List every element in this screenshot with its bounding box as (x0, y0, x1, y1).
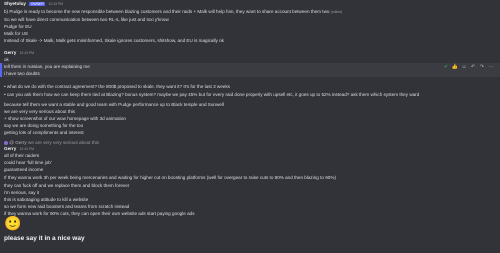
message-line: we are very very serious about this (4, 109, 75, 114)
list-item: • what do we do with the contract agreem… (4, 84, 230, 89)
forward-icon[interactable]: ↷ (479, 64, 485, 70)
message-line: + show screenshot of our wow homepage wi… (4, 116, 126, 121)
list-item-text: what do we do with the contract agreemen… (6, 84, 230, 89)
emoji-icon[interactable]: ☺ (461, 64, 467, 70)
message-line: getting lots of compliments and interest (4, 130, 84, 135)
message-line: say we are doing something for the too (4, 123, 84, 128)
message-line: Instead of Skale -> Malk, Malk gets misi… (4, 38, 224, 43)
message-line: so we form new raid boosters and teams f… (4, 204, 130, 209)
reply-text: we are very very serious about this (28, 140, 99, 145)
timestamp: 12:44 PM (19, 147, 35, 151)
author-name[interactable]: Gerry (4, 146, 16, 151)
message-header: Gerry 12:43 PM (4, 50, 34, 56)
timestamp: 12:43 PM (19, 51, 35, 55)
message-line: they can fuck off and we replace them an… (4, 183, 130, 188)
avatar (4, 140, 8, 145)
message-line: because tell them we want a stable and g… (4, 102, 224, 107)
message-line: i have two doubts (4, 71, 40, 76)
list-item: • can you ask them how we can keep them … (4, 92, 420, 97)
emoji-message: 🙂 (4, 215, 22, 231)
thumbs-up-icon[interactable]: 👍 (452, 64, 458, 70)
message-line: Pudge for EU (4, 24, 32, 29)
message-line: if they wanna work for 90% cuts, they ca… (4, 211, 195, 216)
message-line: this is sabotaging attitude to kill a we… (4, 197, 89, 202)
message-line: i'm serious, say it (4, 190, 40, 195)
message-header: Shyetoluy OWNER 12:43 PM (4, 1, 63, 7)
message-line: guaranteed income (4, 167, 44, 172)
list-item-text: can you ask them how we can keep them ti… (6, 92, 420, 97)
timestamp: 12:43 PM (48, 2, 64, 6)
check-icon[interactable]: ✔ (443, 64, 449, 70)
role-badge: OWNER (29, 2, 46, 6)
more-icon[interactable]: ⋯ (488, 64, 494, 70)
message-text-large: please say it in a nice way (4, 235, 85, 242)
edited-tag: (edited) (330, 10, 343, 14)
message-toolbar: ✔ 👍 ☺ ↶ ↷ ⋯ (443, 64, 494, 70)
message-line: b) Pudge is ready to become the new resp… (4, 9, 342, 15)
message-line: If they wanna work 3h per week being mer… (4, 175, 336, 180)
message-line: all of their raiders (4, 153, 40, 158)
author-name[interactable]: Gerry (4, 50, 16, 55)
reply-author: @ Gerry (9, 140, 27, 145)
author-name[interactable]: Shyetoluy (4, 1, 26, 6)
message-line: tell them in russian, you are explaining… (4, 64, 90, 69)
reply-icon[interactable]: ↶ (470, 64, 476, 70)
message-line: So we will have direct communication bet… (4, 17, 169, 22)
message-line: Malk for US (4, 31, 28, 36)
message-line: could hear 'full time job' (4, 160, 52, 165)
message-text: b) Pudge is ready to become the new resp… (4, 9, 330, 14)
message-header: Gerry 12:44 PM (4, 146, 34, 152)
